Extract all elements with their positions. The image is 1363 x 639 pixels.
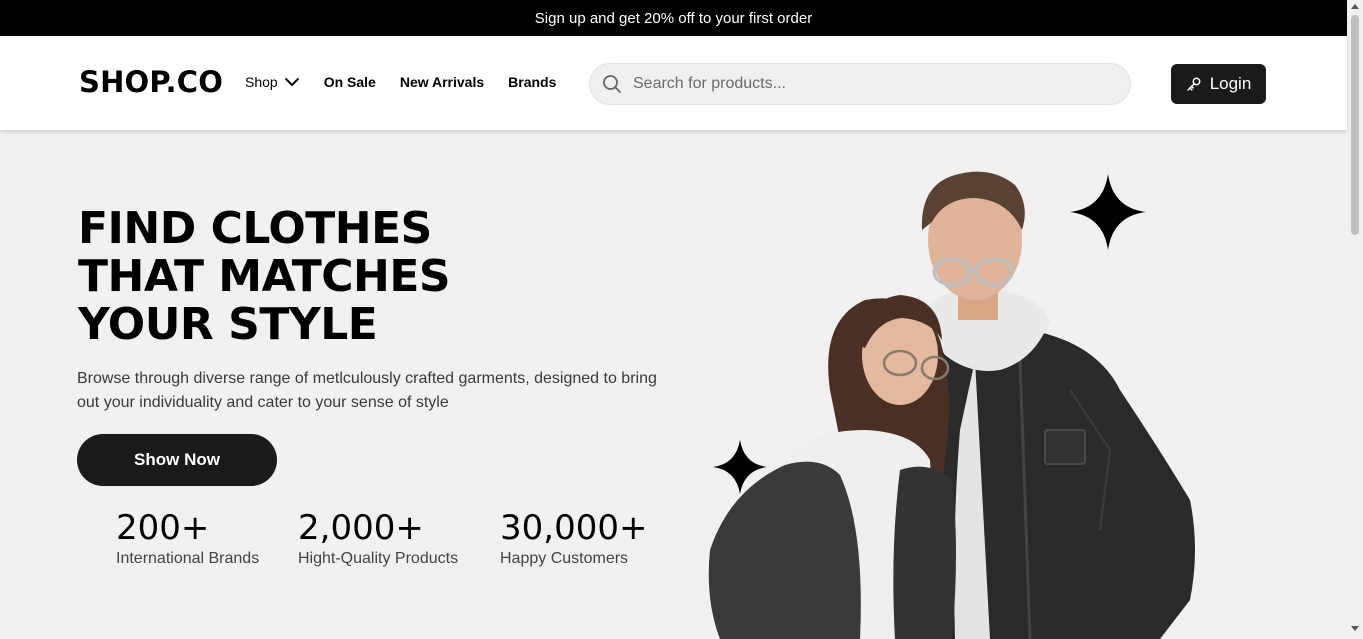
hero-title-line: YOUR STYLE bbox=[78, 299, 378, 350]
nav-item-on-sale[interactable]: On Sale bbox=[324, 74, 376, 90]
shop-now-button[interactable]: Show Now bbox=[77, 434, 277, 486]
vertical-scrollbar[interactable] bbox=[1347, 0, 1363, 639]
shop-now-label: Show Now bbox=[134, 450, 220, 469]
scrollbar-thumb[interactable] bbox=[1351, 15, 1359, 235]
key-icon bbox=[1186, 77, 1201, 91]
nav-item-brands-label: Brands bbox=[508, 74, 557, 90]
promo-text: Sign up and get 20% off to your first or… bbox=[534, 9, 813, 27]
stat-label: Hight-Quality Products bbox=[298, 550, 459, 567]
sparkle-star-icon bbox=[1070, 174, 1146, 250]
search-input[interactable] bbox=[631, 74, 1091, 94]
scroll-down-arrow-icon[interactable] bbox=[1351, 626, 1359, 631]
nav-item-new-arrivals-label: New Arrivals bbox=[399, 74, 485, 90]
navbar: SHOP.CO Shop On Sale New Arrivals Brands bbox=[0, 36, 1347, 130]
stat-products: 2,000+ Hight-Quality Products bbox=[298, 506, 458, 568]
nav-item-shop-label: Shop bbox=[245, 74, 278, 90]
login-label: Login bbox=[1209, 74, 1252, 93]
nav-item-brands[interactable]: Brands bbox=[508, 74, 556, 90]
hero-description: Browse through diverse range of metlculo… bbox=[77, 370, 657, 411]
login-button[interactable]: Login bbox=[1171, 64, 1266, 104]
promo-bar: Sign up and get 20% off to your first or… bbox=[0, 0, 1347, 36]
hero-title-line: THAT MATCHES bbox=[78, 251, 451, 302]
logo[interactable]: SHOP.CO bbox=[79, 65, 223, 99]
hero-image bbox=[708, 171, 1195, 639]
chevron-down-icon bbox=[284, 78, 299, 86]
stat-label: Happy Customers bbox=[500, 550, 629, 567]
stat-brands: 200+ International Brands bbox=[116, 506, 259, 568]
search-icon bbox=[603, 75, 621, 93]
scroll-up-arrow-icon[interactable] bbox=[1351, 4, 1359, 9]
hero-title: FIND CLOTHES THAT MATCHES YOUR STYLE bbox=[78, 203, 451, 350]
stat-value: 2,000+ bbox=[298, 508, 424, 548]
nav-item-new-arrivals[interactable]: New Arrivals bbox=[400, 74, 484, 90]
stat-value: 200+ bbox=[116, 508, 210, 548]
nav-item-shop[interactable]: Shop bbox=[245, 74, 300, 90]
stat-label: International Brands bbox=[116, 550, 260, 567]
main-nav: Shop On Sale New Arrivals Brands bbox=[245, 74, 580, 90]
stat-customers: 30,000+ Happy Customers bbox=[500, 506, 647, 568]
stat-value: 30,000+ bbox=[500, 508, 648, 548]
nav-item-on-sale-label: On Sale bbox=[323, 74, 376, 90]
search-bar[interactable] bbox=[589, 63, 1131, 105]
hero-title-line: FIND CLOTHES bbox=[78, 203, 432, 254]
